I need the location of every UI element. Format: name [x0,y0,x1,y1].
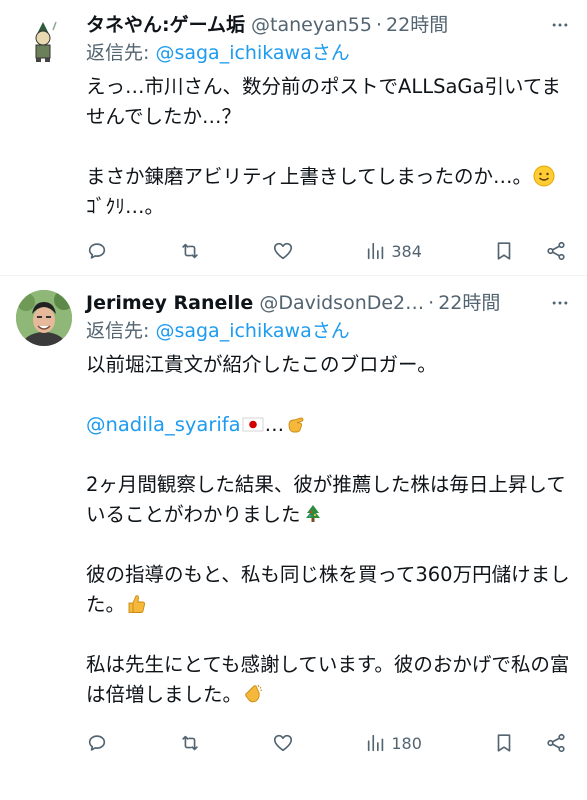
tweet-line: えっ…市川さん、数分前のポストでALLSaGa引いてませんでしたか…？ [86,75,561,128]
tweet-actions: 384 [86,240,571,262]
tweet-line-text: 2ヶ月間観察した結果、彼が推薦した株は毎日上昇していることがわかりました [86,473,566,526]
tweet-header: タネやん:ゲーム垢 @taneyan55 · 22時間 [86,12,571,38]
share-icon [547,733,565,753]
like-button[interactable] [272,240,294,262]
reply-button[interactable] [86,732,108,754]
tweet-line: 以前堀江貴文が紹介したこのブロガー。 [86,353,437,376]
bookmark-icon [497,734,511,752]
tweet-line-text: 彼の指導のもと、私も同じ株を買って360万円儲けました。 [86,563,570,616]
tweet-line: まさか錬磨アビリティ上書きしてしまったのか…。 ｺﾞｸﾘ…。 [86,162,571,222]
share-button[interactable] [545,732,567,754]
reply-button[interactable] [86,240,108,262]
share-icon [547,241,565,261]
tweet[interactable]: タネやん:ゲーム垢 @taneyan55 · 22時間 返信先: @saga_i… [0,0,587,275]
display-name[interactable]: タネやん:ゲーム垢 [86,12,245,38]
retweet-button[interactable] [179,240,201,262]
timestamp[interactable]: 22時間 [438,290,500,316]
pointing-hand-emoji [288,417,304,433]
avatar[interactable] [16,290,72,346]
share-button[interactable] [545,240,567,262]
tweet-line: @nadila_syarifa … [86,410,571,440]
reply-icon [88,243,106,259]
tweet-line: 私は先生にとても感謝しています。彼のおかげで私の富は倍増しました。 [86,650,571,710]
bookmark-button[interactable] [493,240,515,262]
tweet-line: 2ヶ月間観察した結果、彼が推薦した株は毎日上昇していることがわかりました [86,470,571,530]
bookmark-icon [497,242,511,260]
views-count: 384 [391,241,422,261]
reply-label: 返信先: [86,42,156,64]
reply-mention-link[interactable]: @saga_ichikawaさん [155,42,349,64]
views-button[interactable]: 180 [365,732,422,754]
user-handle[interactable]: @taneyan55 [251,12,372,38]
tweet-text: えっ…市川さん、数分前のポストでALLSaGa引いてませんでしたか…？ まさか錬… [86,72,571,222]
views-icon [368,242,384,260]
clapping-hands-emoji [245,684,263,703]
like-button[interactable] [272,732,294,754]
avatar[interactable] [16,12,72,68]
timestamp[interactable]: 22時間 [386,12,448,38]
reply-context: 返信先: @saga_ichikawaさん [86,40,571,66]
japan-flag-emoji [242,417,264,432]
christmas-tree-emoji [305,505,320,522]
views-icon [368,734,384,752]
mention-tail: … [264,413,285,436]
separator-dot: · [428,292,435,314]
tweet-line: 彼の指導のもと、私も同じ株を買って360万円儲けました。 [86,560,571,620]
reply-context: 返信先: @saga_ichikawaさん [86,318,571,344]
avatar-image [16,290,72,346]
retweet-icon [182,735,198,751]
avatar-image [16,12,72,68]
reply-icon [88,735,106,751]
smile-emoji [533,165,555,187]
views-button[interactable]: 384 [365,240,422,262]
reply-mention-link[interactable]: @saga_ichikawaさん [155,320,349,342]
tweet-line-text: まさか錬磨アビリティ上書きしてしまったのか…。 [86,165,532,188]
tweet-actions: 180 [86,732,571,754]
tweet-line-tail: ｺﾞｸﾘ…。 [86,195,165,218]
display-name[interactable]: Jerimey Ranelle [86,290,253,316]
mention-link[interactable]: @nadila_syarifa [86,413,241,436]
more-icon[interactable] [549,14,571,36]
tweet-text: 以前堀江貴文が紹介したこのブロガー。 @nadila_syarifa … 2ヶ月間… [86,350,571,710]
like-icon [274,242,293,260]
like-icon [274,734,293,752]
tweet-line-text: 私は先生にとても感謝しています。彼のおかげで私の富は倍増しました。 [86,653,570,706]
bookmark-button[interactable] [493,732,515,754]
views-count: 180 [391,733,422,753]
more-icon[interactable] [549,292,571,314]
reply-label: 返信先: [86,320,156,342]
retweet-icon [182,243,198,259]
user-handle[interactable]: @DavidsonDe2… [259,290,424,316]
separator-dot: · [375,14,383,36]
tweet-header: Jerimey Ranelle @DavidsonDe2… · 22時間 [86,290,571,316]
thumbs-up-emoji [128,595,146,613]
tweet[interactable]: Jerimey Ranelle @DavidsonDe2… · 22時間 返信先… [0,275,587,764]
retweet-button[interactable] [179,732,201,754]
